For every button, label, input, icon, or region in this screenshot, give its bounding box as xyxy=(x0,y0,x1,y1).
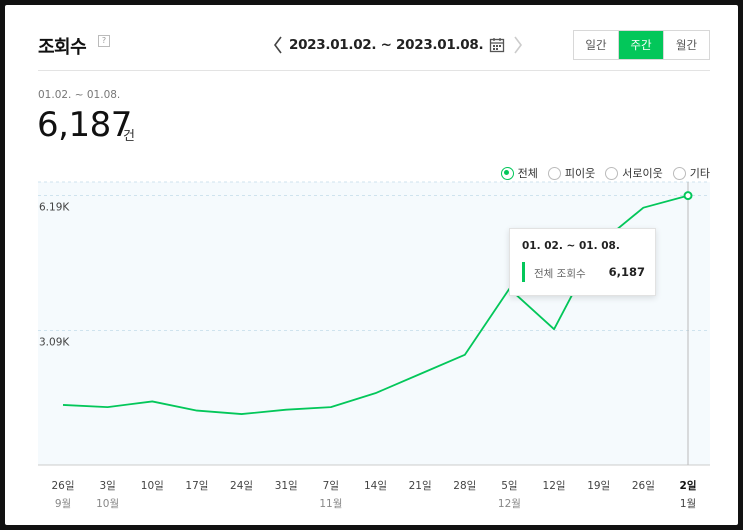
x-month-label: 1월 xyxy=(680,498,696,510)
x-tick-label: 24일 xyxy=(230,479,253,492)
x-tick-label: 21일 xyxy=(409,479,432,492)
tooltip-label: 전체 조회수 xyxy=(534,268,586,280)
chart-tooltip: 01. 02. ~ 01. 08. 전체 조회수 6,187 xyxy=(509,228,656,296)
x-tick-label: 19일 xyxy=(587,479,610,492)
plot-area xyxy=(38,182,710,465)
tooltip-value: 6,187 xyxy=(608,265,645,279)
x-tick-label: 14일 xyxy=(364,479,387,492)
x-tick-label: 12일 xyxy=(543,479,566,492)
x-tick-label: 5일 xyxy=(501,479,517,492)
x-tick-label: 17일 xyxy=(185,479,208,492)
tooltip-range: 01. 02. ~ 01. 08. xyxy=(522,240,620,252)
x-month-label: 11월 xyxy=(319,498,342,510)
data-point-highlight xyxy=(683,191,693,201)
x-month-label: 10월 xyxy=(96,498,119,510)
y-tick-label: 3.09K xyxy=(39,336,70,348)
x-month-label: 12월 xyxy=(498,498,521,510)
x-tick-label: 26일 xyxy=(632,479,655,492)
x-tick-label: 2일 xyxy=(680,479,697,492)
x-tick-label: 26일 xyxy=(51,479,74,492)
y-tick-label: 6.19K xyxy=(39,201,70,213)
x-tick-label: 28일 xyxy=(453,479,476,492)
x-tick-label: 3일 xyxy=(99,479,115,492)
tooltip-series-marker xyxy=(522,262,525,282)
x-month-label: 9월 xyxy=(55,498,71,510)
x-tick-label: 31일 xyxy=(275,479,298,492)
x-tick-label: 10일 xyxy=(141,479,164,492)
stats-panel: 조회수 ? 2023.01.02. ~ 2023.01.08. 일간 주간 월간… xyxy=(5,5,738,525)
x-tick-label: 7일 xyxy=(323,479,339,492)
